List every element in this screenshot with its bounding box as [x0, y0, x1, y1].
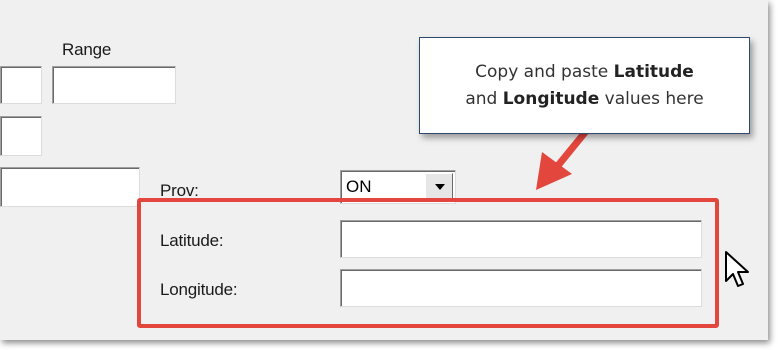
callout-tooltip: Copy and paste Latitude and Longitude va…	[419, 37, 750, 134]
callout-bold-longitude: Longitude	[502, 88, 600, 109]
callout-bold-latitude: Latitude	[613, 61, 694, 82]
prov-dropdown-button[interactable]	[425, 173, 453, 201]
highlight-box	[137, 198, 719, 328]
mouse-pointer-icon	[725, 251, 749, 287]
callout-line-2: and Longitude values here	[465, 88, 704, 109]
callout-line-1: Copy and paste Latitude	[475, 61, 694, 82]
range-field[interactable]	[52, 66, 176, 104]
range-label: Range	[62, 40, 112, 59]
prov-selected-value: ON	[346, 177, 372, 196]
chevron-down-icon	[435, 184, 445, 190]
partial-field-top-left[interactable]	[0, 66, 42, 104]
partial-field-address[interactable]	[0, 167, 140, 207]
partial-field-middle-left[interactable]	[0, 116, 42, 156]
